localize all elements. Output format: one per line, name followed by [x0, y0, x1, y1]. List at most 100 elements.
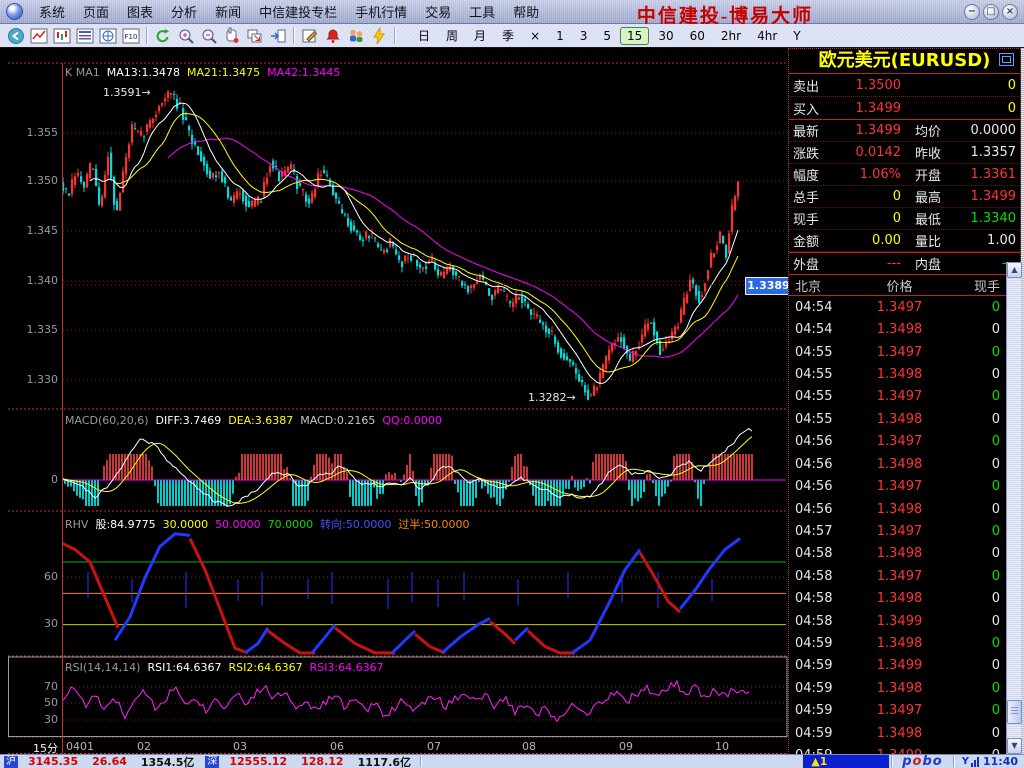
tick-col-time: 北京	[795, 276, 855, 295]
candle-body	[545, 326, 547, 333]
scroll-down-button[interactable]: ▼	[1007, 738, 1022, 754]
tick-scrollbar[interactable]: ▲ ▼	[1006, 262, 1021, 754]
period-日[interactable]: 日	[411, 27, 437, 45]
period-30[interactable]: 30	[651, 27, 680, 45]
tick-row[interactable]: 04:551.34980	[795, 363, 1000, 385]
menu-系统[interactable]: 系统	[30, 0, 74, 23]
menu-中信建投专栏[interactable]: 中信建投专栏	[250, 0, 346, 23]
period-3[interactable]: 3	[573, 27, 595, 45]
tick-row[interactable]: 04:551.34970	[795, 341, 1000, 363]
f10-icon[interactable]: F10	[119, 25, 142, 46]
window-switch-icon[interactable]	[243, 25, 266, 46]
minimize-button[interactable]: −	[964, 4, 980, 20]
menu-工具[interactable]: 工具	[460, 0, 504, 23]
restore-button[interactable]: □	[983, 4, 999, 20]
tick-row[interactable]: 04:581.34990	[795, 610, 1000, 632]
zoom-out-icon[interactable]	[197, 25, 220, 46]
period-Y[interactable]: Y	[786, 27, 807, 45]
tick-row[interactable]: 04:561.34970	[795, 475, 1000, 497]
tick-row[interactable]: 04:591.34970	[795, 700, 1000, 722]
candle-body	[200, 151, 202, 161]
back-icon[interactable]	[4, 25, 27, 46]
kline-icon[interactable]	[50, 25, 73, 46]
goto-icon[interactable]	[266, 25, 289, 46]
tick-row[interactable]: 04:581.34970	[795, 565, 1000, 587]
candle-body	[686, 294, 688, 303]
period-季[interactable]: 季	[495, 27, 521, 45]
shanghai-volume: 1354.5亿	[141, 754, 194, 768]
candle-body	[464, 284, 466, 285]
tick-row[interactable]: 04:561.34970	[795, 431, 1000, 453]
users-icon[interactable]	[344, 25, 367, 46]
menu-交易[interactable]: 交易	[416, 0, 460, 23]
candle-body	[134, 128, 136, 129]
chart-canvas[interactable]	[0, 48, 788, 754]
tick-row[interactable]: 04:591.34990	[795, 655, 1000, 677]
period-2hr[interactable]: 2hr	[714, 27, 748, 45]
candle-body	[572, 362, 574, 365]
menu-手机行情[interactable]: 手机行情	[346, 0, 416, 23]
period-×[interactable]: ×	[523, 27, 547, 45]
quote-board-icon[interactable]	[73, 25, 96, 46]
app-icon[interactable]	[6, 3, 23, 20]
shenzhen-change: 128.12	[301, 755, 343, 768]
alarm-bell-icon[interactable]	[321, 25, 344, 46]
candle-body	[344, 214, 346, 215]
period-周[interactable]: 周	[439, 27, 465, 45]
candle-body	[257, 196, 259, 204]
line-chart-icon[interactable]	[27, 25, 50, 46]
tick-row[interactable]: 04:551.34970	[795, 386, 1000, 408]
tick-row[interactable]: 04:571.34970	[795, 520, 1000, 542]
candle-body	[437, 269, 439, 275]
tick-row[interactable]: 04:541.34980	[795, 318, 1000, 340]
menu-页面[interactable]: 页面	[74, 0, 118, 23]
candle-body	[164, 98, 166, 101]
period-60[interactable]: 60	[683, 27, 712, 45]
menu-帮助[interactable]: 帮助	[504, 0, 548, 23]
candle-body	[521, 296, 523, 303]
candle-body	[203, 157, 205, 165]
close-button[interactable]: ×	[1002, 4, 1018, 20]
ask-row: 卖出1.35000	[789, 74, 1020, 97]
period-5[interactable]: 5	[596, 27, 618, 45]
scroll-thumb[interactable]	[1007, 700, 1022, 724]
candle-body	[248, 201, 250, 207]
candle-body	[518, 297, 520, 300]
period-4hr[interactable]: 4hr	[750, 27, 784, 45]
tick-row[interactable]: 04:581.34980	[795, 587, 1000, 609]
period-月[interactable]: 月	[467, 27, 493, 45]
period-1[interactable]: 1	[549, 27, 571, 45]
tick-row[interactable]: 04:581.34980	[795, 543, 1000, 565]
candle-body	[569, 359, 571, 362]
candle-body	[377, 244, 379, 247]
tick-row[interactable]: 04:551.34980	[795, 408, 1000, 430]
candle-body	[404, 256, 406, 262]
tick-row[interactable]: 04:591.34980	[795, 632, 1000, 654]
tick-row[interactable]: 04:561.34980	[795, 498, 1000, 520]
edit-pen-icon[interactable]	[298, 25, 321, 46]
candle-body	[683, 298, 685, 315]
candle-body	[608, 350, 610, 361]
candle-body	[707, 270, 709, 279]
hand-icon[interactable]	[220, 25, 243, 46]
menu-新闻[interactable]: 新闻	[206, 0, 250, 23]
tick-row[interactable]: 04:591.34980	[795, 677, 1000, 699]
expand-panel-icon[interactable]	[999, 53, 1014, 66]
refresh-icon[interactable]	[151, 25, 174, 46]
candle-body	[515, 294, 517, 303]
zoom-in-icon[interactable]	[174, 25, 197, 46]
tick-row[interactable]: 04:541.34970	[795, 296, 1000, 318]
menu-分析[interactable]: 分析	[162, 0, 206, 23]
tick-row[interactable]: 04:561.34980	[795, 453, 1000, 475]
scroll-up-button[interactable]: ▲	[1007, 262, 1022, 278]
lightning-icon[interactable]	[367, 25, 390, 46]
shanghai-badge: 沪	[4, 756, 18, 768]
menu-图表[interactable]: 图表	[118, 0, 162, 23]
stat-row: 涨跌0.0142昨收1.3357	[789, 142, 1020, 164]
web-news-icon[interactable]	[96, 25, 119, 46]
candle-body	[554, 337, 556, 344]
period-15[interactable]: 15	[620, 27, 649, 45]
tick-row[interactable]: 04:591.34980	[795, 722, 1000, 744]
candle-body	[80, 176, 82, 182]
alert-indicator[interactable]: ▲1	[803, 755, 889, 768]
